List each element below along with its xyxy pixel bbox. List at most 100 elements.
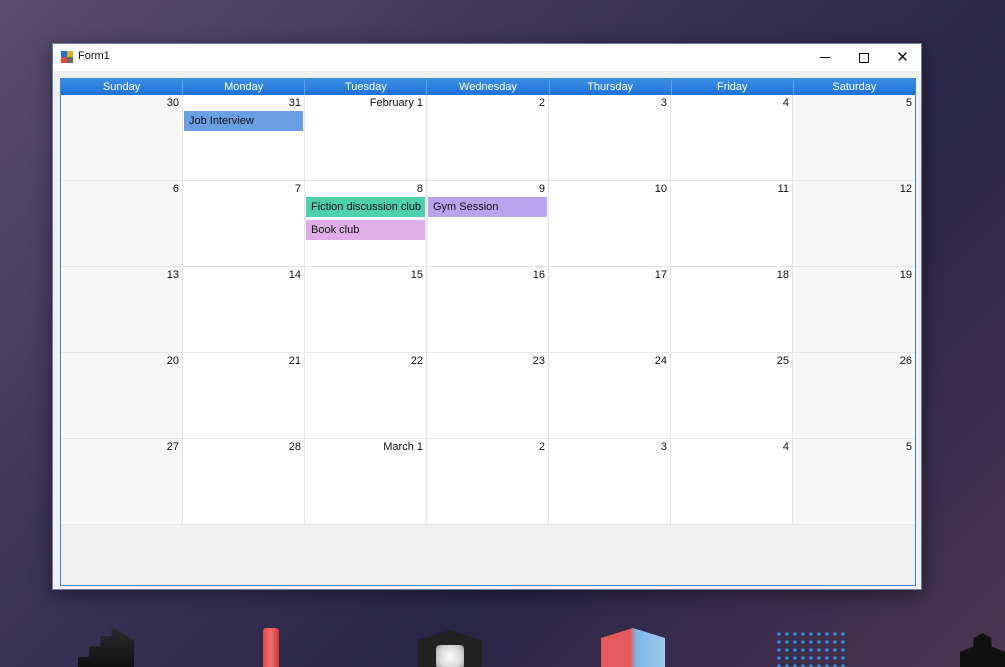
day-cell[interactable]: 2 (427, 95, 549, 181)
day-cell[interactable]: 13 (61, 267, 183, 353)
day-cell[interactable]: 9 Gym Session (427, 181, 549, 267)
day-cell[interactable]: 25 (671, 353, 793, 439)
day-number: 7 (294, 183, 301, 195)
day-number: 27 (166, 441, 179, 453)
weekday-header-sunday: Sunday (61, 79, 184, 95)
day-cell[interactable]: February 1 (305, 95, 427, 181)
day-cell[interactable]: 19 (793, 267, 915, 353)
weekday-header-saturday: Saturday (832, 81, 877, 93)
close-icon: ✕ (896, 48, 909, 66)
weekday-header-monday: Monday (183, 79, 306, 95)
day-cell[interactable]: 17 (549, 267, 671, 353)
weekday-header-friday: Friday (672, 79, 794, 95)
weekday-header: Sunday Monday Tuesday Wednesday Thursday Frid… (61, 79, 915, 95)
day-number: 18 (776, 269, 789, 281)
day-number: 2 (538, 97, 545, 109)
wallpaper-pillar-shape (263, 628, 279, 667)
calendar-grid: 30 31 Job Interview February 1 2 3 4 5 6 7 8 Fictio… (61, 95, 915, 525)
day-cell[interactable]: 24 (549, 353, 671, 439)
title-bar[interactable]: Form1 ✕ (53, 44, 921, 71)
window-title: Form1 (78, 50, 110, 62)
day-number: 5 (905, 97, 912, 109)
day-cell[interactable]: 21 (183, 353, 305, 439)
day-number: 3 (660, 441, 667, 453)
day-number: February 1 (369, 97, 423, 109)
day-cell[interactable]: 4 (671, 95, 793, 181)
weekday-header-tuesday: Tuesday (305, 79, 428, 95)
day-number: 5 (905, 441, 912, 453)
calendar-footer-area (61, 525, 915, 585)
day-cell[interactable]: 3 (549, 439, 671, 525)
day-cell[interactable]: 5 (793, 95, 915, 181)
calendar-event[interactable]: Job Interview (184, 111, 303, 131)
day-cell[interactable]: 15 (305, 267, 427, 353)
minimize-button[interactable] (805, 44, 844, 71)
day-number: 12 (899, 183, 912, 195)
day-cell[interactable]: 5 (793, 439, 915, 525)
day-number: 20 (166, 355, 179, 367)
close-button[interactable]: ✕ (883, 44, 922, 71)
day-cell[interactable]: 18 (671, 267, 793, 353)
day-cell[interactable]: 12 (793, 181, 915, 267)
day-cell[interactable]: 30 (61, 95, 183, 181)
wallpaper-stairs-shape (78, 626, 134, 667)
day-number: 6 (172, 183, 179, 195)
weekday-header-thursday: Thursday (550, 79, 672, 95)
day-cell[interactable]: 23 (427, 353, 549, 439)
maximize-button[interactable] (844, 44, 883, 71)
day-number: 9 (538, 183, 545, 195)
day-number: 8 (416, 183, 423, 195)
day-cell[interactable]: 2 (427, 439, 549, 525)
wallpaper-glow-shape (436, 645, 464, 667)
day-number: 25 (776, 355, 789, 367)
maximize-icon (858, 52, 869, 63)
day-number: 30 (166, 97, 179, 109)
day-number: 31 (288, 97, 301, 109)
day-cell[interactable]: 6 (61, 181, 183, 267)
day-cell[interactable]: 28 (183, 439, 305, 525)
day-number: 23 (532, 355, 545, 367)
month-calendar: Sunday Monday Tuesday Wednesday Thursday Frid… (60, 78, 916, 586)
day-cell[interactable]: 7 (183, 181, 305, 267)
day-number: 4 (782, 97, 789, 109)
day-cell[interactable]: 3 (549, 95, 671, 181)
app-window: Form1 ✕ Sunday Monday Tuesday Wednesday Thur… (52, 43, 922, 590)
wallpaper-blocks-shape (960, 633, 1005, 667)
day-cell[interactable]: 16 (427, 267, 549, 353)
app-icon (61, 51, 73, 63)
wallpaper-dots-shape (775, 630, 845, 667)
day-cell[interactable]: March 1 (305, 439, 427, 525)
day-number: March 1 (383, 441, 423, 453)
day-number: 24 (654, 355, 667, 367)
day-number: 21 (288, 355, 301, 367)
day-number: 14 (288, 269, 301, 281)
day-cell[interactable]: 31 Job Interview (183, 95, 305, 181)
day-cell[interactable]: 8 Fiction discussion club Book club (305, 181, 427, 267)
day-number: 2 (538, 441, 545, 453)
calendar-event[interactable]: Fiction discussion club (306, 197, 425, 217)
wallpaper-cube-shape (601, 628, 665, 667)
day-cell[interactable]: 11 (671, 181, 793, 267)
minimize-icon (819, 57, 830, 58)
day-number: 4 (782, 441, 789, 453)
day-number: 16 (532, 269, 545, 281)
day-cell[interactable]: 22 (305, 353, 427, 439)
day-cell[interactable]: 27 (61, 439, 183, 525)
day-cell[interactable]: 26 (793, 353, 915, 439)
weekday-header-wednesday: Wednesday (427, 79, 550, 95)
day-number: 17 (654, 269, 667, 281)
day-number: 26 (899, 355, 912, 367)
day-number: 10 (654, 183, 667, 195)
day-number: 11 (777, 183, 789, 195)
day-cell[interactable]: 20 (61, 353, 183, 439)
day-number: 13 (166, 269, 179, 281)
day-cell[interactable]: 14 (183, 267, 305, 353)
day-number: 3 (660, 97, 667, 109)
day-number: 19 (899, 269, 912, 281)
day-number: 28 (288, 441, 301, 453)
calendar-event[interactable]: Gym Session (428, 197, 547, 217)
day-cell[interactable]: 10 (549, 181, 671, 267)
day-number: 22 (410, 355, 423, 367)
day-cell[interactable]: 4 (671, 439, 793, 525)
calendar-event[interactable]: Book club (306, 220, 425, 240)
